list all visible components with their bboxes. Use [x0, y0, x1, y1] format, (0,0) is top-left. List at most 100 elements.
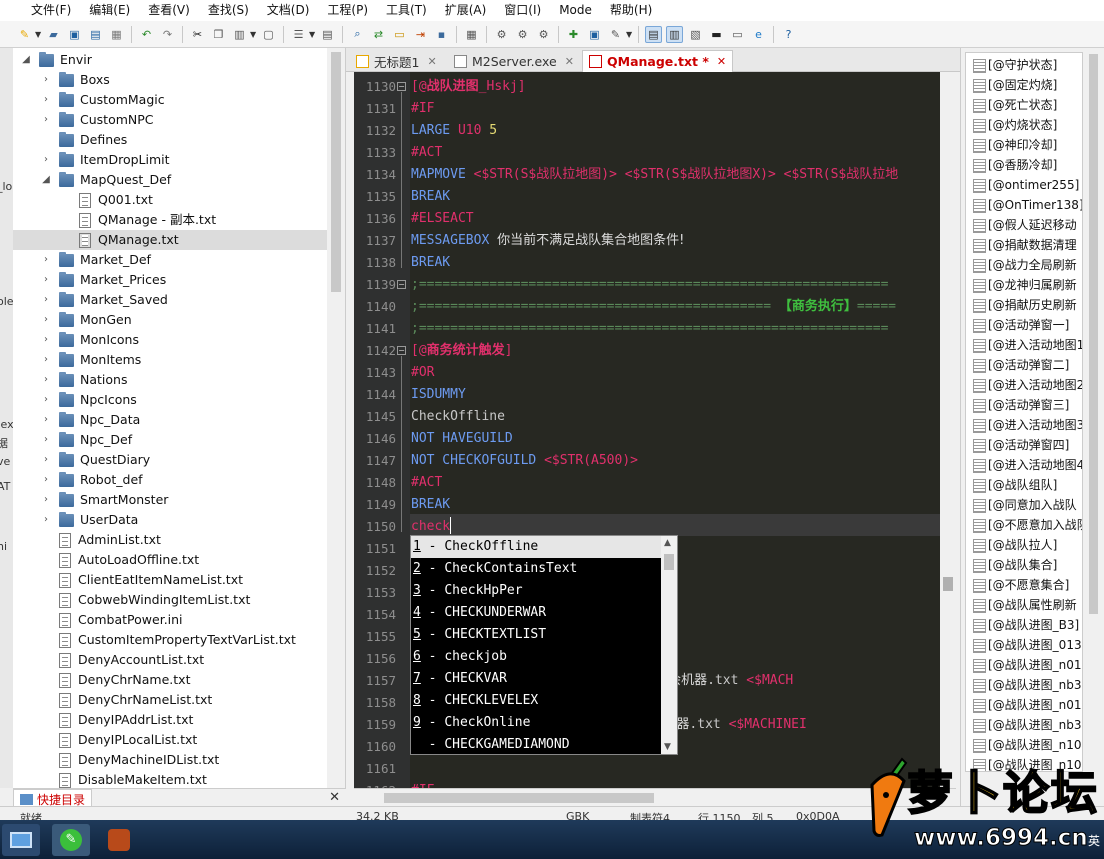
- chevron-right-icon[interactable]: ›: [41, 270, 51, 290]
- function-list-item[interactable]: [@战队属性刷新: [973, 595, 1077, 615]
- help-icon[interactable]: ?: [780, 26, 797, 43]
- autocomplete-scrollbar[interactable]: ▲ ▼: [661, 536, 677, 754]
- tree-folder[interactable]: › QuestDiary: [13, 450, 150, 470]
- chevron-right-icon[interactable]: ›: [41, 510, 51, 530]
- function-list-item[interactable]: [@捐献历史刷新: [973, 295, 1077, 315]
- tab-untitled[interactable]: 无标题1 ✕: [350, 50, 443, 72]
- chevron-right-icon[interactable]: ›: [41, 310, 51, 330]
- build-icon[interactable]: ▦: [463, 26, 480, 43]
- autocomplete-item[interactable]: 3 - CheckHpPer: [411, 580, 661, 602]
- replace-icon[interactable]: ⇄: [370, 26, 387, 43]
- autocomplete-item[interactable]: 1 - CheckOffline: [411, 536, 661, 558]
- tree-folder[interactable]: › Boxs: [13, 70, 110, 90]
- function-list-item[interactable]: [@活动弹窗四]: [972, 435, 1069, 455]
- tree-folder[interactable]: › UserData: [13, 510, 138, 530]
- menu-item[interactable]: 编辑(E): [80, 0, 139, 21]
- save-all-icon[interactable]: ▤: [87, 26, 104, 43]
- close-icon[interactable]: ✕: [329, 790, 340, 805]
- function-list-item[interactable]: [@活动弹窗一]: [972, 315, 1069, 335]
- function-list-item[interactable]: [@战队进图_nb34: [972, 675, 1082, 695]
- chevron-right-icon[interactable]: ›: [41, 350, 51, 370]
- function-list-item[interactable]: [@龙神归属刷新: [973, 275, 1077, 295]
- plugin-icon[interactable]: ✚: [565, 26, 582, 43]
- new-dropdown-icon[interactable]: ▼: [35, 30, 43, 39]
- close-file-icon[interactable]: ▦: [108, 26, 125, 43]
- horizontal-scrollbar-thumb[interactable]: [384, 793, 654, 803]
- autocomplete-scrollbar-thumb[interactable]: [664, 554, 674, 570]
- function-list-scrollbar[interactable]: [1085, 52, 1102, 772]
- tree-file[interactable]: DenyChrName.txt: [13, 670, 190, 690]
- function-list-item[interactable]: [@活动弹窗三]: [972, 395, 1069, 415]
- tab-qmanage[interactable]: QManage.txt * ✕: [582, 50, 734, 72]
- tree-file[interactable]: Q001.txt: [13, 190, 153, 210]
- autocomplete-popup[interactable]: 1 - CheckOffline 2 - CheckContainsText 3 -…: [410, 535, 678, 755]
- function-list-item[interactable]: [@进入活动地图3: [972, 415, 1082, 435]
- tree-folder[interactable]: › Market_Prices: [13, 270, 166, 290]
- tree-folder[interactable]: › Market_Saved: [13, 290, 168, 310]
- menu-item[interactable]: 窗口(I): [495, 0, 550, 21]
- tree-folder[interactable]: ◢ Envir: [13, 50, 92, 70]
- open-folder-icon[interactable]: ▰: [45, 26, 62, 43]
- tree-scrollbar[interactable]: [327, 48, 345, 788]
- function-list-item[interactable]: [@灼烧状态]: [972, 115, 1057, 135]
- chevron-right-icon[interactable]: ›: [41, 250, 51, 270]
- tree-file[interactable]: DenyMachineIDList.txt: [13, 750, 219, 770]
- close-icon[interactable]: ✕: [565, 55, 574, 68]
- tree-file[interactable]: DenyIPAddrList.txt: [13, 710, 193, 730]
- tree-file[interactable]: CustomItemPropertyTextVarList.txt: [13, 630, 296, 650]
- tree-folder[interactable]: Defines: [13, 130, 127, 150]
- tree-folder[interactable]: › SmartMonster: [13, 490, 168, 510]
- tree-file[interactable]: CobwebWindingItemList.txt: [13, 590, 250, 610]
- function-list-item[interactable]: [@同意加入战队: [973, 495, 1077, 515]
- chevron-right-icon[interactable]: ›: [41, 150, 51, 170]
- chevron-right-icon[interactable]: ›: [41, 90, 51, 110]
- tree-folder[interactable]: ◢ MapQuest_Def: [13, 170, 171, 190]
- menu-item[interactable]: 工具(T): [377, 0, 436, 21]
- chevron-right-icon[interactable]: ›: [41, 110, 51, 130]
- chevron-right-icon[interactable]: ›: [41, 430, 51, 450]
- tree-folder[interactable]: › ItemDropLimit: [13, 150, 170, 170]
- tree-folder[interactable]: › CustomNPC: [13, 110, 154, 130]
- function-list-scrollbar-thumb[interactable]: [1089, 54, 1098, 614]
- function-list-item[interactable]: [@假人延迟移动: [973, 215, 1077, 235]
- menu-item[interactable]: Mode: [550, 0, 601, 21]
- tree-file[interactable]: AdminList.txt: [13, 530, 161, 550]
- close-icon[interactable]: ✕: [427, 55, 436, 68]
- save-icon[interactable]: ▣: [66, 26, 83, 43]
- chevron-right-icon[interactable]: ›: [41, 470, 51, 490]
- chevron-right-icon[interactable]: ›: [41, 450, 51, 470]
- tree-folder[interactable]: › Npc_Def: [13, 430, 132, 450]
- function-list-item[interactable]: [@神印冷却]: [972, 135, 1057, 155]
- run-icon[interactable]: ⚙: [493, 26, 510, 43]
- tree-folder[interactable]: › Robot_def: [13, 470, 143, 490]
- copy-icon[interactable]: ❐: [210, 26, 227, 43]
- browser-icon[interactable]: e: [750, 26, 767, 43]
- tab-m2server[interactable]: M2Server.exe ✕: [448, 50, 580, 72]
- chevron-right-icon[interactable]: ›: [41, 290, 51, 310]
- redo-icon[interactable]: ↷: [159, 26, 176, 43]
- autocomplete-item[interactable]: 6 - checkjob: [411, 646, 661, 668]
- function-list-item[interactable]: [@战队组队]: [972, 475, 1057, 495]
- close-icon[interactable]: ✕: [717, 55, 726, 68]
- chevron-right-icon[interactable]: ›: [41, 370, 51, 390]
- function-list-item[interactable]: [@不愿意集合]: [972, 575, 1069, 595]
- paste-dropdown-icon[interactable]: ▼: [250, 30, 258, 39]
- tree-file[interactable]: ClientEatItemNameList.txt: [13, 570, 243, 590]
- function-list-item[interactable]: [@捐献数据清理: [973, 235, 1077, 255]
- fullscreen-icon[interactable]: ▭: [729, 26, 746, 43]
- tree-folder[interactable]: › Npc_Data: [13, 410, 140, 430]
- autocomplete-item[interactable]: 9 - CheckOnline: [411, 712, 661, 734]
- function-list-item[interactable]: [@战队进图_0131: [972, 635, 1082, 655]
- chevron-right-icon[interactable]: ›: [41, 490, 51, 510]
- view-output-icon[interactable]: ▧: [687, 26, 704, 43]
- tree-folder[interactable]: › Market_Def: [13, 250, 151, 270]
- editor-vertical-scrollbar[interactable]: [940, 72, 956, 788]
- autocomplete-item[interactable]: 7 - CHECKVAR: [411, 668, 661, 690]
- cut-icon[interactable]: ✂: [189, 26, 206, 43]
- tree-file[interactable]: QManage.txt: [13, 230, 327, 250]
- wrench-dropdown-icon[interactable]: ▼: [626, 30, 634, 39]
- chevron-right-icon[interactable]: ›: [41, 330, 51, 350]
- function-list-item[interactable]: [@死亡状态]: [972, 95, 1057, 115]
- window-icon[interactable]: ▣: [586, 26, 603, 43]
- function-list-item[interactable]: [@固定灼烧]: [972, 75, 1057, 95]
